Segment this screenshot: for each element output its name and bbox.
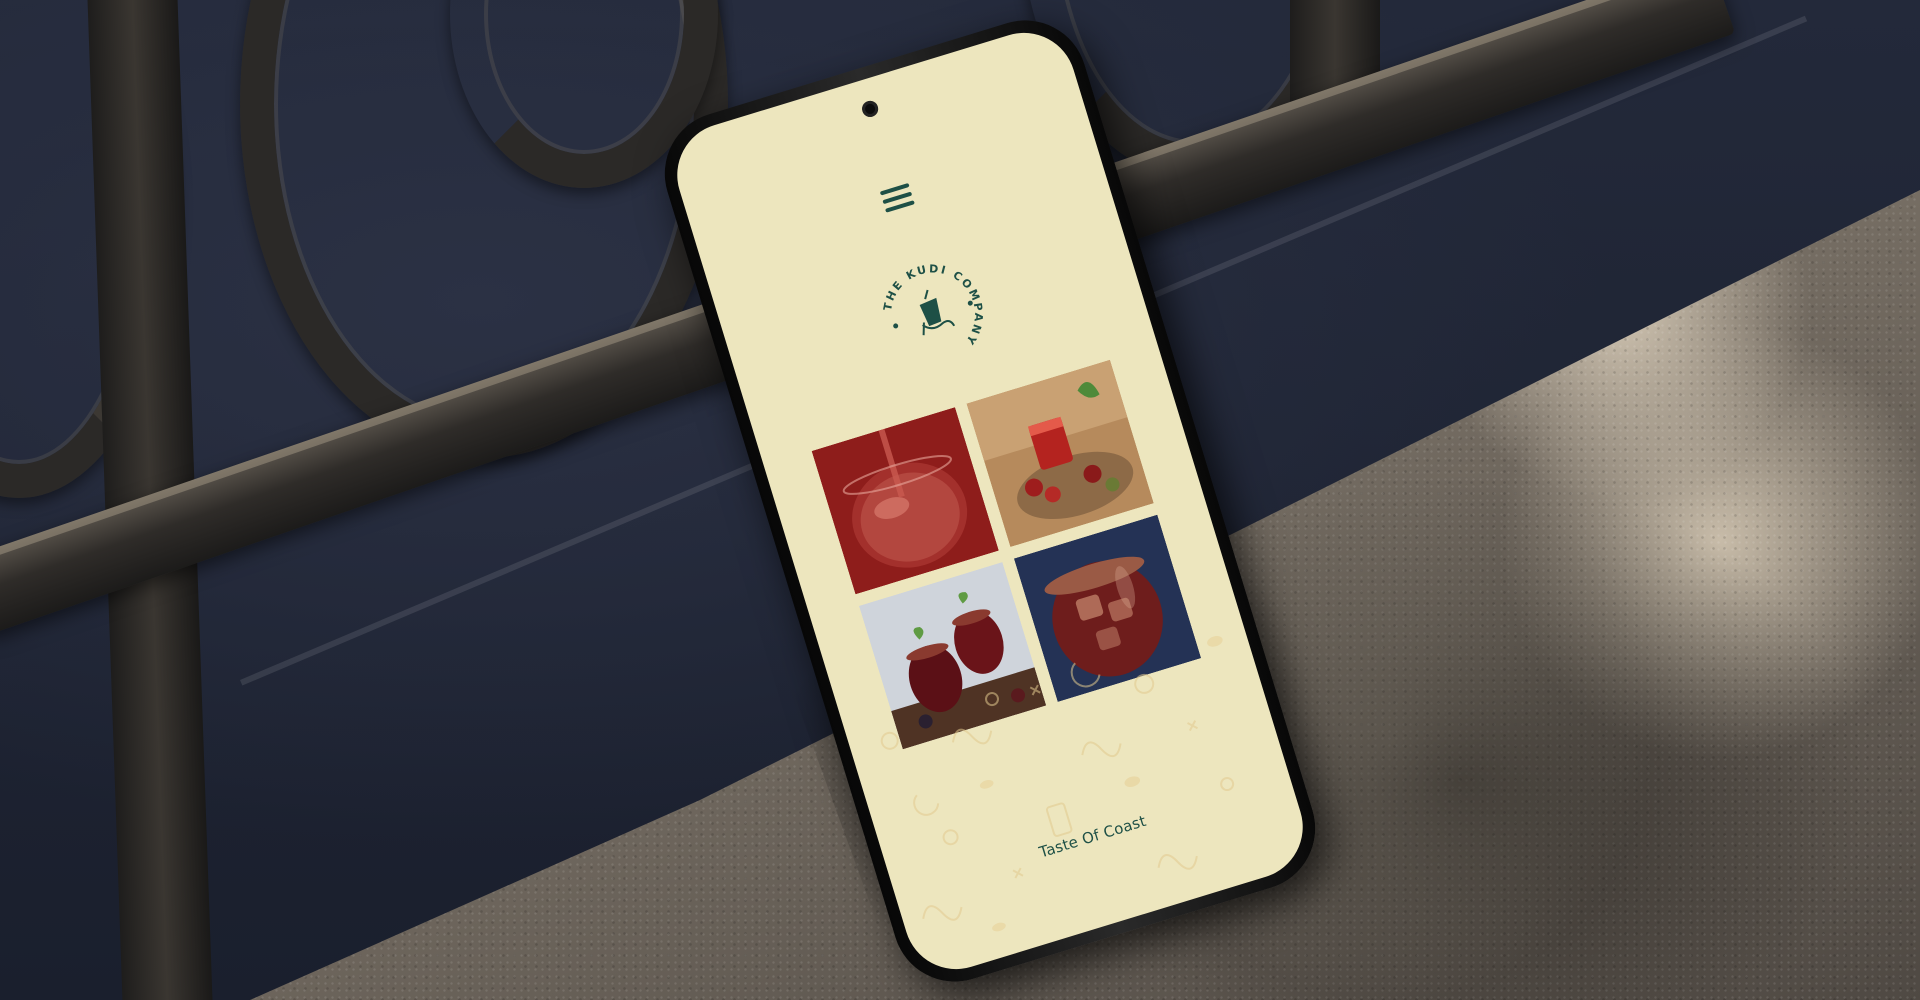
- hamburger-menu-icon[interactable]: [879, 182, 916, 215]
- red-drink-pour-photo[interactable]: [811, 407, 999, 595]
- drink-with-fruits-photo[interactable]: [966, 359, 1154, 548]
- brand-logo: THE KUDI COMPANY: [872, 249, 996, 370]
- hand-holding-drink-icon: [919, 289, 956, 336]
- camera-hole: [860, 98, 881, 119]
- photo-scene: THE KUDI COMPANY Taste Of Coast: [0, 0, 1920, 1000]
